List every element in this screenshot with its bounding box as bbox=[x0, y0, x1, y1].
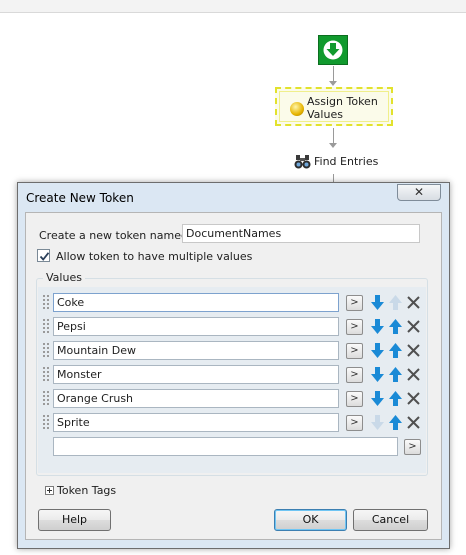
plus-expand-icon[interactable] bbox=[45, 486, 54, 495]
drag-grip-icon[interactable] bbox=[43, 343, 49, 357]
assign-node-label: Assign Token Values bbox=[307, 95, 378, 121]
value-input[interactable] bbox=[53, 317, 339, 336]
new-value-more-button[interactable]: > bbox=[404, 439, 421, 455]
arrow-up-icon[interactable] bbox=[387, 342, 404, 359]
value-more-button[interactable]: > bbox=[346, 391, 363, 407]
x-delete-icon[interactable] bbox=[405, 318, 422, 335]
connector-arrow bbox=[329, 81, 337, 86]
start-node[interactable] bbox=[318, 35, 348, 65]
drag-grip-icon[interactable] bbox=[43, 415, 49, 429]
new-value-input[interactable] bbox=[53, 437, 398, 456]
token-coin-icon bbox=[290, 102, 304, 116]
x-delete-icon[interactable] bbox=[405, 366, 422, 383]
arrow-down-icon[interactable] bbox=[369, 294, 386, 311]
drag-grip-icon[interactable] bbox=[43, 319, 49, 333]
value-more-button[interactable]: > bbox=[346, 367, 363, 383]
value-input[interactable] bbox=[53, 293, 339, 312]
connector-arrow bbox=[329, 143, 337, 148]
assign-token-values-node[interactable]: Assign Token Values bbox=[275, 87, 393, 126]
value-more-button[interactable]: > bbox=[346, 415, 363, 431]
arrow-down-icon[interactable] bbox=[369, 342, 386, 359]
arrow-down-circle-icon bbox=[323, 40, 343, 60]
drag-grip-icon[interactable] bbox=[43, 391, 49, 405]
find-node-label: Find Entries bbox=[314, 155, 379, 168]
allow-multiple-label: Allow token to have multiple values bbox=[56, 250, 253, 263]
binoculars-icon bbox=[294, 155, 311, 169]
arrow-up-icon bbox=[389, 295, 402, 310]
arrow-up-icon[interactable] bbox=[387, 366, 404, 383]
arrow-up-icon[interactable] bbox=[387, 414, 404, 431]
close-icon: ✕ bbox=[413, 185, 425, 199]
connector-line bbox=[333, 128, 334, 144]
arrow-down-icon[interactable] bbox=[369, 318, 386, 335]
token-name-input[interactable] bbox=[182, 224, 420, 243]
arrow-up-icon[interactable] bbox=[387, 318, 404, 335]
cancel-button[interactable]: Cancel bbox=[353, 509, 428, 531]
value-input[interactable] bbox=[53, 413, 339, 432]
token-name-label: Create a new token named: bbox=[39, 229, 192, 242]
value-input[interactable] bbox=[53, 341, 339, 360]
dialog-title: Create New Token bbox=[26, 191, 134, 205]
x-delete-icon[interactable] bbox=[405, 294, 422, 311]
close-button[interactable]: ✕ bbox=[397, 184, 441, 201]
value-more-button[interactable]: > bbox=[346, 319, 363, 335]
dialog-titlebar[interactable]: Create New Token ✕ bbox=[18, 183, 449, 209]
arrow-down-icon[interactable] bbox=[369, 366, 386, 383]
allow-multiple-checkbox[interactable] bbox=[37, 249, 50, 262]
drag-grip-icon[interactable] bbox=[43, 367, 49, 381]
token-tags-label[interactable]: Token Tags bbox=[57, 484, 116, 497]
x-delete-icon[interactable] bbox=[405, 414, 422, 431]
value-more-button[interactable]: > bbox=[346, 295, 363, 311]
drag-grip-icon[interactable] bbox=[43, 295, 49, 309]
arrow-up-icon[interactable] bbox=[387, 390, 404, 407]
ok-button[interactable]: OK bbox=[274, 509, 347, 531]
connector-line bbox=[333, 66, 334, 82]
arrow-down-icon[interactable] bbox=[369, 390, 386, 407]
value-more-button[interactable]: > bbox=[346, 343, 363, 359]
value-input[interactable] bbox=[53, 389, 339, 408]
arrow-down-icon bbox=[371, 415, 384, 430]
help-button[interactable]: Help bbox=[38, 509, 111, 531]
top-toolbar-strip bbox=[0, 0, 466, 13]
values-group-label: Values bbox=[43, 271, 85, 284]
value-input[interactable] bbox=[53, 365, 339, 384]
x-delete-icon[interactable] bbox=[405, 390, 422, 407]
checkmark-icon bbox=[39, 252, 50, 261]
x-delete-icon[interactable] bbox=[405, 342, 422, 359]
